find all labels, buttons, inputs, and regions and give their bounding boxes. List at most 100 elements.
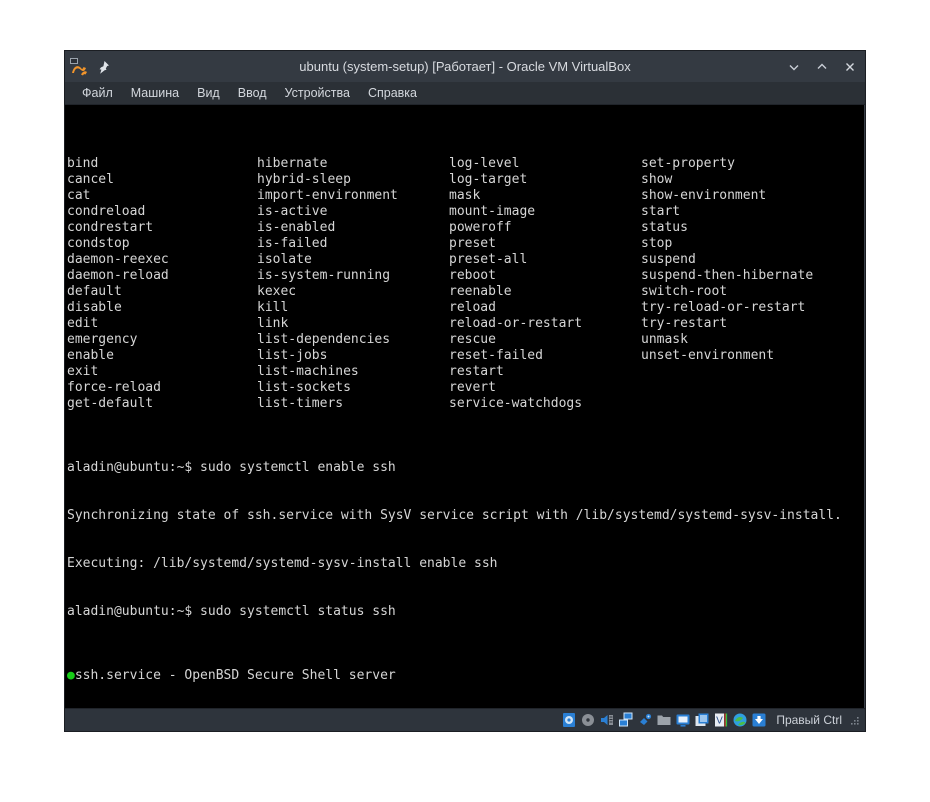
completion-column-3: log-levellog-targetmaskmount-imagepowero…: [449, 156, 582, 412]
completion-item: cat: [67, 188, 169, 204]
completion-item: unset-environment: [641, 348, 813, 364]
completion-item: daemon-reexec: [67, 252, 169, 268]
completion-item: edit: [67, 316, 169, 332]
systemctl-completion-columns: bindcancelcatcondreloadcondrestartcondst…: [67, 156, 865, 412]
completion-item: bind: [67, 156, 169, 172]
resize-grip-icon[interactable]: [849, 713, 861, 727]
completion-item: list-machines: [257, 364, 398, 380]
completion-item: revert: [449, 380, 582, 396]
titlebar-icon-group: [69, 57, 111, 77]
minimize-icon[interactable]: [781, 54, 807, 80]
completion-item: start: [641, 204, 813, 220]
vm-screen[interactable]: bindcancelcatcondreloadcondrestartcondst…: [65, 105, 865, 708]
completion-item: reenable: [449, 284, 582, 300]
maximize-icon[interactable]: [809, 54, 835, 80]
optical-disk-icon[interactable]: [580, 712, 596, 728]
completion-item: service-watchdogs: [449, 396, 582, 412]
completion-item: condreload: [67, 204, 169, 220]
completion-item: log-level: [449, 156, 582, 172]
completion-item: list-sockets: [257, 380, 398, 396]
completion-item: get-default: [67, 396, 169, 412]
mouse-integration-icon[interactable]: [751, 712, 767, 728]
host-key-label: Правый Ctrl: [776, 713, 842, 727]
completion-item: show-environment: [641, 188, 813, 204]
completion-item: exit: [67, 364, 169, 380]
display-icon[interactable]: [675, 712, 691, 728]
sync-line: Synchronizing state of ssh.service with …: [67, 508, 865, 524]
service-header-line: ●ssh.service - OpenBSD Secure Shell serv…: [67, 668, 865, 684]
window-title: ubuntu (system-setup) [Работает] - Oracl…: [65, 51, 865, 82]
virtualization-icon[interactable]: V: [713, 712, 729, 728]
completion-item: kexec: [257, 284, 398, 300]
completion-item: set-property: [641, 156, 813, 172]
completion-item: stop: [641, 236, 813, 252]
completion-item: list-jobs: [257, 348, 398, 364]
recording-icon[interactable]: [694, 712, 710, 728]
completion-item: is-enabled: [257, 220, 398, 236]
screen-root: ubuntu (system-setup) [Работает] - Oracl…: [0, 0, 930, 802]
completion-item: import-environment: [257, 188, 398, 204]
completion-item: status: [641, 220, 813, 236]
completion-column-2: hibernatehybrid-sleepimport-environmenti…: [257, 156, 398, 412]
completion-item: force-reload: [67, 380, 169, 396]
hard-disk-icon[interactable]: [561, 712, 577, 728]
audio-icon[interactable]: [599, 712, 615, 728]
completion-item: isolate: [257, 252, 398, 268]
window-controls: [781, 54, 863, 80]
completion-item: preset: [449, 236, 582, 252]
menu-item-input[interactable]: Ввод: [229, 82, 276, 104]
prompt-line-1: aladin@ubuntu:~$ sudo systemctl enable s…: [67, 460, 865, 476]
menu-item-devices[interactable]: Устройства: [276, 82, 359, 104]
usb-icon[interactable]: [637, 712, 653, 728]
completion-item: hibernate: [257, 156, 398, 172]
completion-item: is-system-running: [257, 268, 398, 284]
virtualbox-vm-window: ubuntu (system-setup) [Работает] - Oracl…: [64, 50, 866, 732]
pin-icon[interactable]: [95, 59, 111, 75]
svg-text:V: V: [716, 716, 723, 727]
completion-column-4: set-propertyshowshow-environmentstartsta…: [641, 156, 813, 364]
close-icon[interactable]: [837, 54, 863, 80]
completion-item: cancel: [67, 172, 169, 188]
completion-item: enable: [67, 348, 169, 364]
completion-item: reset-failed: [449, 348, 582, 364]
menu-item-view[interactable]: Вид: [188, 82, 229, 104]
service-title: ssh.service - OpenBSD Secure Shell serve…: [75, 668, 396, 683]
network-icon[interactable]: [618, 712, 634, 728]
prompt-line-2: aladin@ubuntu:~$ sudo systemctl status s…: [67, 604, 865, 620]
completion-item: suspend-then-hibernate: [641, 268, 813, 284]
menu-item-file[interactable]: Файл: [73, 82, 122, 104]
guest-additions-icon[interactable]: [732, 712, 748, 728]
completion-item: mask: [449, 188, 582, 204]
completion-item: link: [257, 316, 398, 332]
completion-item: daemon-reload: [67, 268, 169, 284]
menu-item-help[interactable]: Справка: [359, 82, 426, 104]
completion-item: unmask: [641, 332, 813, 348]
completion-item: condstop: [67, 236, 169, 252]
completion-item: disable: [67, 300, 169, 316]
virtualbox-logo-icon: [69, 57, 89, 77]
completion-item: condrestart: [67, 220, 169, 236]
exec-line: Executing: /lib/systemd/systemd-sysv-ins…: [67, 556, 865, 572]
completion-item: kill: [257, 300, 398, 316]
completion-item: show: [641, 172, 813, 188]
vm-status-bar: V Правый Ctrl: [65, 708, 865, 731]
completion-item: reboot: [449, 268, 582, 284]
completion-item: default: [67, 284, 169, 300]
window-titlebar[interactable]: ubuntu (system-setup) [Работает] - Oracl…: [65, 51, 865, 82]
completion-item: mount-image: [449, 204, 582, 220]
menu-item-machine[interactable]: Машина: [122, 82, 188, 104]
completion-item: is-failed: [257, 236, 398, 252]
completion-item: list-dependencies: [257, 332, 398, 348]
completion-item: try-reload-or-restart: [641, 300, 813, 316]
completion-item: reload: [449, 300, 582, 316]
shared-folders-icon[interactable]: [656, 712, 672, 728]
completion-item: is-active: [257, 204, 398, 220]
completion-item: suspend: [641, 252, 813, 268]
completion-item: reload-or-restart: [449, 316, 582, 332]
terminal-output[interactable]: bindcancelcatcondreloadcondrestartcondst…: [65, 105, 865, 708]
completion-item: switch-root: [641, 284, 813, 300]
service-status-bullet-icon: ●: [67, 668, 75, 683]
completion-item: restart: [449, 364, 582, 380]
menu-bar: Файл Машина Вид Ввод Устройства Справка: [65, 82, 865, 105]
completion-column-1: bindcancelcatcondreloadcondrestartcondst…: [67, 156, 169, 412]
